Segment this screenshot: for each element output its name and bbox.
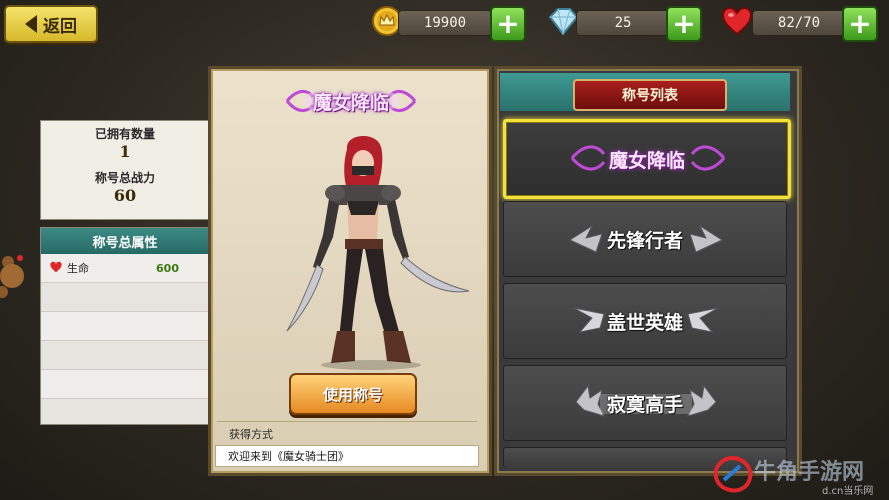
diamond-icon bbox=[546, 4, 580, 38]
title-list-heading: 称号列表 bbox=[573, 79, 727, 111]
title-banner: 魔女降临 bbox=[285, 83, 417, 119]
attribute-row-empty bbox=[41, 370, 209, 399]
bear-icon bbox=[0, 252, 28, 302]
title-item-selected[interactable]: 魔女降临 bbox=[503, 119, 791, 199]
plus-icon: + bbox=[496, 7, 520, 40]
title-item[interactable]: 先锋行者 bbox=[503, 201, 787, 277]
gold-counter: 19900 bbox=[398, 10, 492, 36]
title-item[interactable]: 寂寞高手 bbox=[503, 365, 787, 441]
back-button[interactable]: 返回 bbox=[4, 5, 98, 43]
owned-count-value: 1 bbox=[119, 142, 131, 161]
total-power-label: 称号总战力 bbox=[94, 171, 155, 185]
plus-icon: + bbox=[848, 7, 872, 40]
watermark-url: d.cn当乐网 bbox=[822, 486, 874, 497]
attribute-name: 生命 bbox=[67, 262, 89, 275]
character-portrait bbox=[286, 135, 470, 370]
attribute-row: 生命 600 bbox=[41, 254, 209, 283]
title-item[interactable]: 盖世英雄 bbox=[503, 283, 787, 359]
title-item-label: 先锋行者 bbox=[606, 229, 683, 252]
owned-count-label: 已拥有数量 bbox=[94, 127, 155, 141]
get-method-label: 获得方式 bbox=[217, 421, 477, 445]
add-stamina-button[interactable]: + bbox=[842, 6, 878, 42]
attribute-row-empty bbox=[41, 312, 209, 341]
gem-counter: 25 bbox=[576, 10, 670, 36]
attribute-row-empty bbox=[41, 283, 209, 312]
selected-title-name: 魔女降临 bbox=[312, 91, 389, 114]
attribute-row-empty bbox=[41, 399, 209, 427]
attribute-value: 600 bbox=[156, 261, 179, 275]
use-title-button[interactable]: 使用称号 bbox=[289, 373, 417, 415]
title-item-label: 寂寞高手 bbox=[606, 393, 683, 416]
plus-icon: + bbox=[672, 7, 696, 40]
add-gem-button[interactable]: + bbox=[666, 6, 702, 42]
total-power-value: 60 bbox=[113, 186, 137, 205]
attribute-list: 生命 600 bbox=[41, 254, 209, 427]
title-item-label: 魔女降临 bbox=[608, 149, 685, 172]
get-method-description: 欢迎来到《魔女骑士团》 bbox=[215, 445, 479, 467]
add-gold-button[interactable]: + bbox=[490, 6, 526, 42]
stamina-counter: 82/70 bbox=[752, 10, 846, 36]
watermark-logo-icon bbox=[713, 455, 753, 493]
title-item-label: 盖世英雄 bbox=[606, 311, 683, 334]
back-label: 返回 bbox=[43, 16, 77, 37]
title-list-panel: 称号列表 魔女降临 先锋行者 盖世英雄 寂寞高手 bbox=[494, 66, 802, 476]
heart-icon bbox=[720, 4, 754, 38]
stats-panel: 已拥有数量 1 称号总战力 60 bbox=[40, 120, 209, 220]
heart-icon bbox=[49, 261, 63, 276]
watermark: 牛角手游网 d.cn当乐网 bbox=[706, 448, 886, 498]
back-arrow-icon bbox=[25, 15, 37, 33]
attribute-row-empty bbox=[41, 341, 209, 370]
character-card: 魔女降临 使用称号 获得方式 欢迎来到《魔女骑士团》 bbox=[208, 66, 492, 476]
attribute-header: 称号总属性 bbox=[41, 228, 209, 254]
attribute-panel: 称号总属性 生命 600 bbox=[40, 227, 209, 425]
